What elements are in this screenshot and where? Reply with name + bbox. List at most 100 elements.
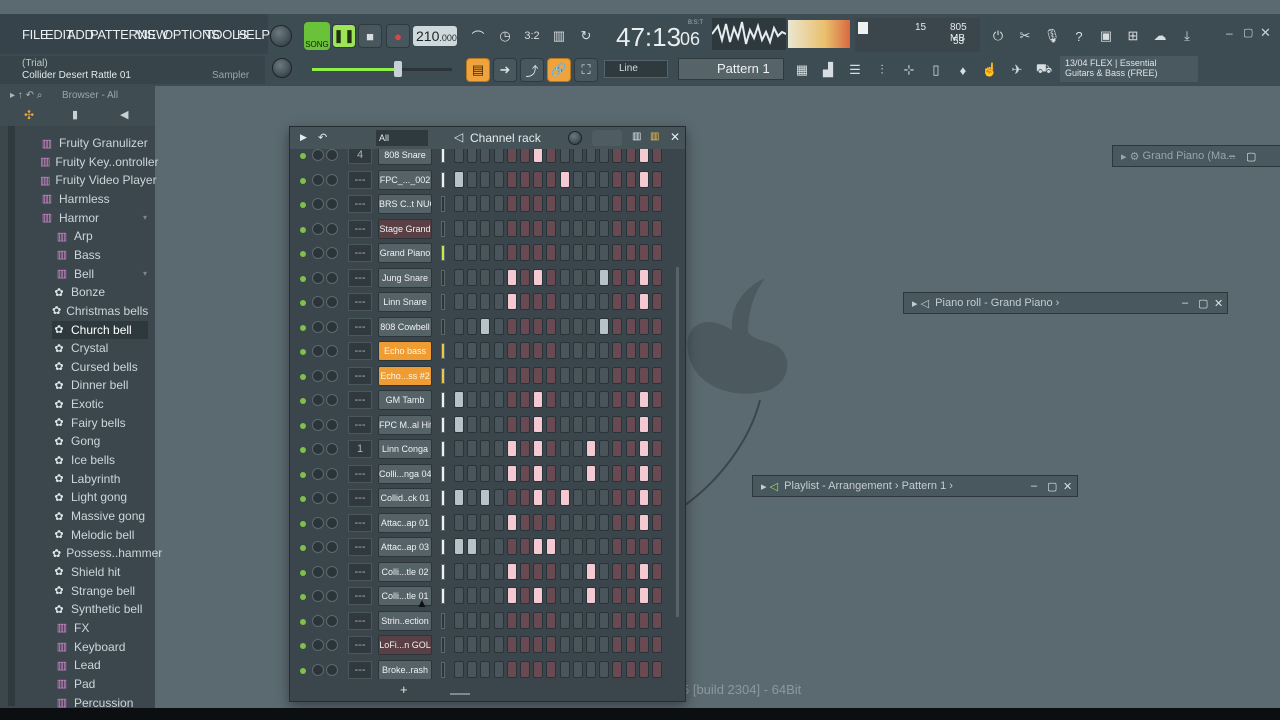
mute-led[interactable] [300, 569, 306, 576]
browser-item[interactable]: ▥ Fruity Granulizer [40, 134, 151, 152]
step-button[interactable] [506, 587, 517, 604]
step-button[interactable] [625, 440, 636, 457]
step-button[interactable] [506, 366, 517, 384]
step-button[interactable] [599, 293, 610, 310]
step-button[interactable] [546, 538, 557, 555]
step-button[interactable] [506, 244, 517, 261]
mixer-track-number[interactable]: 4 [348, 149, 372, 164]
channel-name-button[interactable]: Grand Piano [378, 243, 432, 263]
browser-item[interactable]: ✿ Crystal [52, 339, 148, 357]
pan-knob[interactable] [326, 443, 338, 455]
pan-knob[interactable] [326, 271, 338, 284]
step-button[interactable] [506, 415, 517, 433]
step-button[interactable] [506, 268, 517, 286]
step-button[interactable] [638, 440, 649, 457]
channel-name-button[interactable]: Echo bass [378, 341, 432, 361]
step-button[interactable] [638, 170, 649, 188]
filter-selector[interactable]: All [376, 130, 428, 146]
step-button[interactable] [493, 464, 504, 482]
channel-select-indicator[interactable] [441, 220, 445, 237]
step-button[interactable] [586, 464, 596, 482]
browser-item[interactable]: ✿ Synthetic bell [52, 600, 148, 618]
browser-item[interactable]: ✿ Fairy bells [52, 414, 148, 432]
window-maximize-icon[interactable]: ▢ [1243, 26, 1253, 39]
step-button[interactable] [572, 538, 583, 555]
step-button[interactable] [572, 464, 583, 482]
step-button[interactable] [612, 587, 623, 604]
step-button[interactable] [546, 464, 557, 482]
step-button[interactable] [559, 170, 570, 188]
step-button[interactable] [559, 587, 570, 604]
pan-knob[interactable] [326, 541, 338, 553]
channel-select-indicator[interactable] [441, 318, 445, 335]
channel-name-button[interactable]: Jung Snare [378, 267, 432, 288]
step-edit-icon[interactable]: ▥ [547, 24, 571, 48]
step-button[interactable] [612, 293, 623, 310]
step-button[interactable] [652, 513, 662, 531]
step-button[interactable] [493, 513, 504, 531]
mixer-track-number[interactable]: --- [348, 317, 372, 336]
step-button[interactable] [454, 660, 464, 678]
step-button[interactable] [480, 415, 491, 433]
step-button[interactable] [480, 170, 491, 188]
step-button[interactable] [454, 415, 464, 433]
mixer-track-number[interactable]: --- [348, 170, 372, 189]
step-button[interactable] [586, 342, 596, 359]
step-button[interactable] [546, 366, 557, 384]
step-button[interactable] [467, 268, 478, 286]
step-button[interactable] [493, 660, 504, 678]
mute-led[interactable] [300, 667, 306, 674]
step-button[interactable] [506, 538, 517, 555]
browser-item[interactable]: ✿ Christmas bells [52, 302, 148, 320]
step-button[interactable] [467, 317, 478, 335]
volume-knob[interactable] [312, 443, 324, 455]
close-icon[interactable]: ✕ [1214, 297, 1223, 310]
step-button[interactable] [546, 440, 557, 457]
step-button[interactable] [493, 317, 504, 335]
step-button[interactable] [493, 149, 504, 163]
step-button[interactable] [559, 342, 570, 359]
pan-knob[interactable] [326, 247, 338, 259]
step-button[interactable] [599, 489, 610, 506]
news-panel[interactable]: 13/04 FLEX | Essential Guitars & Bass (F… [1060, 56, 1198, 82]
step-button[interactable] [559, 660, 570, 678]
step-button[interactable] [638, 562, 649, 580]
browser-item[interactable]: ✿ Exotic [52, 395, 148, 413]
browser-speaker-icon[interactable]: ◀ [120, 108, 128, 121]
step-button[interactable] [506, 149, 517, 163]
step-button[interactable] [467, 195, 478, 212]
volume-knob[interactable] [312, 173, 324, 186]
step-button[interactable] [454, 317, 464, 335]
step-button[interactable] [467, 149, 478, 163]
step-button[interactable] [586, 611, 596, 629]
step-button[interactable] [467, 489, 478, 506]
step-button[interactable] [599, 538, 610, 555]
volume-knob[interactable] [312, 296, 324, 308]
step-button[interactable] [520, 268, 530, 286]
step-button[interactable] [546, 611, 557, 629]
step-button[interactable] [506, 636, 517, 653]
link-icon[interactable]: 🔗 [547, 58, 571, 82]
step-button[interactable] [586, 562, 596, 580]
step-button[interactable] [599, 268, 610, 286]
step-button[interactable] [559, 268, 570, 286]
step-button[interactable] [638, 636, 649, 653]
pan-knob[interactable] [326, 639, 338, 651]
pan-knob[interactable] [326, 418, 338, 431]
step-button[interactable] [586, 293, 596, 310]
step-arrow-icon[interactable]: ➜ [493, 58, 517, 82]
volume-knob[interactable] [312, 614, 324, 627]
step-button[interactable] [493, 170, 504, 188]
step-button[interactable] [612, 636, 623, 653]
step-button[interactable] [652, 440, 662, 457]
step-button[interactable] [638, 489, 649, 506]
step-button[interactable] [520, 293, 530, 310]
step-button[interactable] [652, 244, 662, 261]
step-button[interactable] [612, 611, 623, 629]
rack-scrollbar[interactable] [676, 267, 679, 617]
channel-select-indicator[interactable] [441, 343, 445, 359]
step-button[interactable] [599, 244, 610, 261]
channel-name-button[interactable]: GM Tamb [378, 390, 432, 410]
step-button[interactable] [546, 293, 557, 310]
step-button[interactable] [599, 342, 610, 359]
